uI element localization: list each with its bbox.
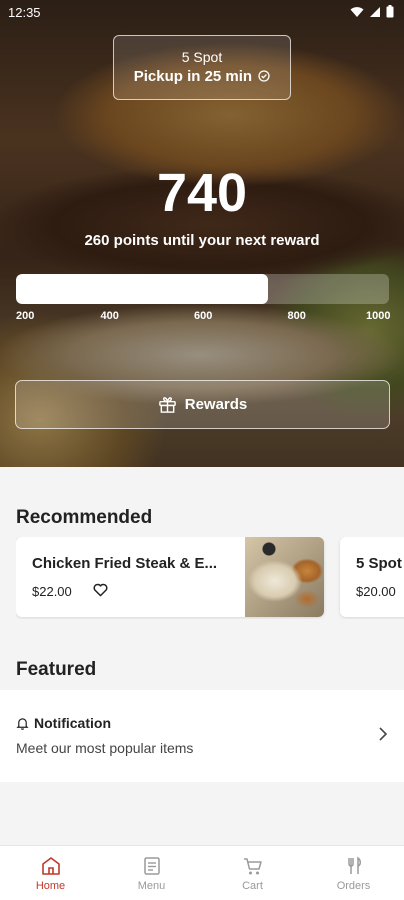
- item-name: 5 Spot: [356, 555, 402, 572]
- recommended-heading: Recommended: [16, 507, 153, 528]
- nav-cart-label: Cart: [242, 880, 263, 892]
- progress-ticks: 200 400 600 800 1000: [16, 310, 390, 324]
- wifi-icon: [350, 6, 364, 17]
- status-time: 12:35: [8, 5, 41, 20]
- item-name: Chicken Fried Steak & E...: [32, 555, 218, 572]
- nav-home-label: Home: [35, 880, 66, 892]
- recommended-carousel[interactable]: Chicken Fried Steak & E... $22.00 5 Spot…: [16, 537, 404, 619]
- notification-header: Notification: [16, 715, 111, 731]
- nav-cart[interactable]: Cart: [202, 846, 303, 900]
- rewards-button-label: Rewards: [184, 396, 248, 413]
- clock-check-icon: [258, 70, 270, 82]
- signal-icon: [370, 6, 380, 17]
- rewards-hero: 12:35 5 Spot Pickup in 25 min 740 260 po…: [0, 0, 404, 467]
- gift-icon: [158, 397, 176, 413]
- pickup-eta: Pickup in 25 min: [114, 68, 290, 85]
- status-bar: 12:35: [0, 0, 404, 26]
- points-until-reward: 260 points until your next reward: [84, 232, 320, 249]
- tick-label: 800: [287, 310, 306, 322]
- orders-icon: [347, 856, 361, 874]
- bottom-navigation: Home Menu Cart Orders: [0, 845, 404, 900]
- featured-heading: Featured: [16, 659, 97, 680]
- pickup-info-button[interactable]: 5 Spot Pickup in 25 min: [113, 35, 291, 100]
- tick-label: 600: [194, 310, 213, 322]
- nav-orders-label: Orders: [336, 880, 371, 892]
- recommended-item-card[interactable]: Chicken Fried Steak & E... $22.00: [16, 537, 324, 617]
- recommended-item-card[interactable]: 5 Spot $20.00: [340, 537, 404, 617]
- chevron-right-icon: [379, 727, 388, 741]
- item-photo: [245, 537, 324, 617]
- pickup-eta-label: Pickup in 25 min: [133, 68, 253, 85]
- cart-icon: [243, 858, 262, 875]
- store-name: 5 Spot: [181, 49, 223, 65]
- notification-text: Meet our most popular items: [16, 740, 194, 756]
- nav-home[interactable]: Home: [0, 846, 101, 900]
- notification-row[interactable]: Notification Meet our most popular items: [0, 690, 404, 782]
- nav-menu-label: Menu: [137, 880, 166, 892]
- tick-label: 200: [16, 310, 35, 322]
- points-balance: 740: [156, 163, 248, 223]
- points-progress-bar: [16, 274, 389, 304]
- tick-label: 400: [100, 310, 119, 322]
- nav-orders[interactable]: Orders: [303, 846, 404, 900]
- menu-icon: [143, 857, 160, 875]
- item-price: $22.00: [32, 584, 72, 599]
- system-icons: [350, 5, 394, 18]
- points-progress-fill: [16, 274, 268, 304]
- bell-icon: [16, 717, 29, 730]
- nav-menu[interactable]: Menu: [101, 846, 202, 900]
- notification-title: Notification: [34, 715, 111, 731]
- item-price: $20.00: [356, 584, 396, 599]
- home-icon: [41, 857, 60, 875]
- heart-icon[interactable]: [93, 583, 108, 597]
- tick-label: 1000: [366, 310, 391, 322]
- battery-icon: [386, 5, 394, 18]
- rewards-button[interactable]: Rewards: [15, 380, 390, 429]
